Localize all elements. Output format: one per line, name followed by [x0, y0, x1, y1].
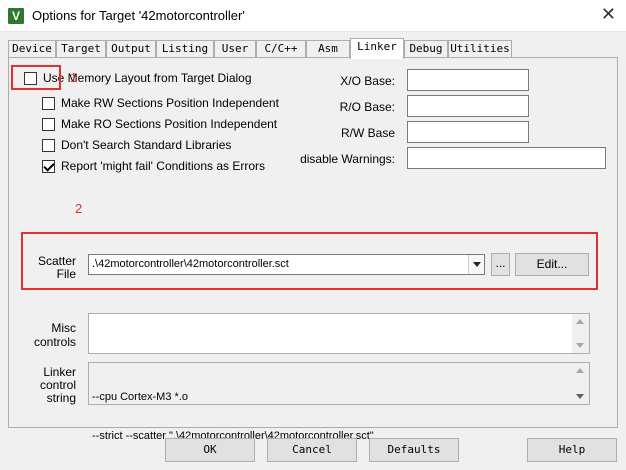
cancel-button[interactable]: Cancel [267, 438, 357, 462]
annotation-box-1 [11, 65, 61, 90]
dont-search-std-libs-option[interactable]: Don't Search Standard Libraries [42, 137, 231, 153]
linker-control-scrollbar[interactable] [572, 363, 589, 404]
window-title: Options for Target '42motorcontroller' [32, 8, 245, 23]
tab-asm[interactable]: Asm [306, 40, 350, 58]
chevron-down-icon[interactable] [468, 255, 484, 274]
scatter-file-value: .\42motorcontroller\42motorcontroller.sc… [92, 258, 289, 270]
x-o-base-label: X/O Base: [340, 74, 395, 88]
rw-independent-checkbox[interactable] [42, 96, 55, 110]
keil-app-icon: V [8, 8, 24, 24]
scatter-edit-button[interactable]: Edit... [515, 253, 589, 276]
might-fail-errors-checkbox[interactable] [42, 159, 55, 173]
scatter-label-line2: File [56, 267, 76, 281]
r-o-base-label: R/O Base: [339, 100, 395, 114]
ro-independent-checkbox[interactable] [42, 117, 55, 131]
r-w-base-input[interactable] [407, 121, 529, 143]
x-o-base-input[interactable] [407, 69, 529, 91]
scroll-up-icon[interactable] [576, 368, 584, 373]
rw-independent-label: Make RW Sections Position Independent [61, 96, 279, 110]
tab-listing[interactable]: Listing [156, 40, 214, 58]
scroll-up-icon[interactable] [576, 319, 584, 324]
ro-independent-option[interactable]: Make RO Sections Position Independent [42, 116, 277, 132]
might-fail-errors-label: Report 'might fail' Conditions as Errors [61, 159, 265, 173]
misc-controls-label: Misc controls [30, 321, 76, 349]
ok-button[interactable]: OK [165, 438, 255, 462]
misc-controls-input[interactable] [88, 313, 590, 354]
linker-control-string-box[interactable]: --cpu Cortex-M3 *.o --strict --scatter "… [88, 362, 590, 442]
close-icon[interactable]: ✕ [601, 4, 616, 25]
dont-search-std-libs-label: Don't Search Standard Libraries [61, 138, 232, 152]
disable-warnings-input[interactable] [407, 147, 606, 169]
help-button[interactable]: Help [527, 438, 617, 462]
tab-device[interactable]: Device [8, 40, 56, 58]
linker-control-string-label: Linker control string [30, 366, 76, 405]
tab-output[interactable]: Output [106, 40, 156, 58]
linker-label-line3: string [46, 391, 76, 405]
r-w-base-label: R/W Base [340, 126, 395, 140]
might-fail-errors-option[interactable]: Report 'might fail' Conditions as Errors [42, 158, 265, 174]
title-bar: V Options for Target '42motorcontroller'… [0, 0, 626, 32]
r-o-base-input[interactable] [407, 95, 529, 117]
misc-scrollbar[interactable] [572, 314, 589, 353]
scroll-down-icon[interactable] [576, 394, 584, 399]
tab-target[interactable]: Target [56, 40, 106, 58]
scatter-file-combo[interactable]: .\42motorcontroller\42motorcontroller.sc… [88, 254, 485, 275]
dont-search-std-libs-checkbox[interactable] [42, 138, 55, 152]
rw-independent-option[interactable]: Make RW Sections Position Independent [42, 95, 279, 111]
ro-independent-label: Make RO Sections Position Independent [61, 117, 278, 131]
scroll-down-icon[interactable] [576, 343, 584, 348]
tab-c-cpp[interactable]: C/C++ [256, 40, 306, 58]
tab-utilities[interactable]: Utilities [448, 40, 512, 58]
tab-user[interactable]: User [214, 40, 256, 58]
disable-warnings-label: disable Warnings: [300, 152, 395, 166]
linker-control-line1: --cpu Cortex-M3 *.o [92, 391, 188, 403]
tab-linker[interactable]: Linker [350, 38, 404, 59]
annotation-number-1: 1 [70, 70, 78, 85]
annotation-number-2: 2 [75, 201, 83, 216]
scatter-browse-button[interactable]: ... [491, 253, 510, 276]
misc-label-line1: Misc [51, 321, 76, 335]
misc-label-line2: controls [33, 335, 76, 349]
scatter-file-label: Scatter File [30, 255, 76, 281]
defaults-button[interactable]: Defaults [369, 438, 459, 462]
tab-debug[interactable]: Debug [404, 40, 448, 58]
